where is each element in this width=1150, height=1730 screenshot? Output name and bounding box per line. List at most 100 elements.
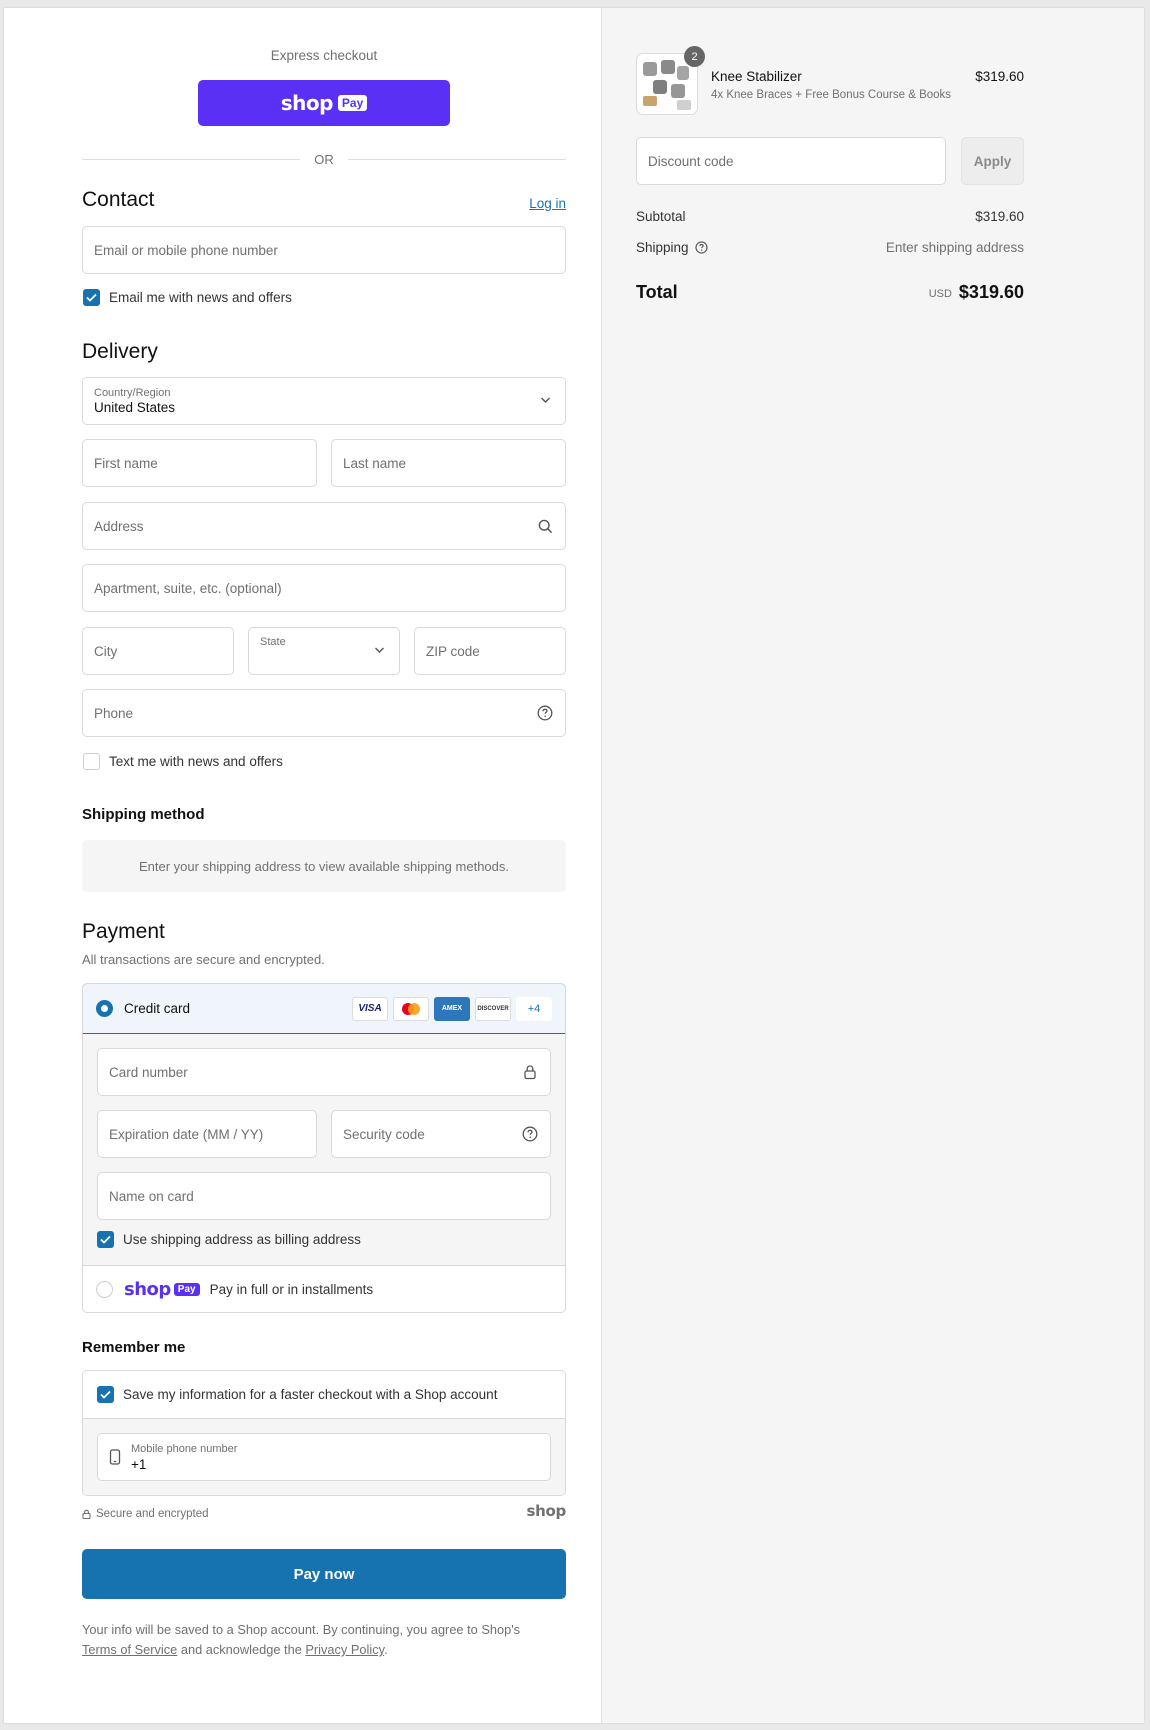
payment-methods: Credit card VISA AMEX DISCOVER +4 Card n… (82, 983, 566, 1313)
or-divider: OR (82, 152, 566, 167)
mobile-phone-icon (109, 1449, 121, 1465)
sms-news-checkbox[interactable] (83, 753, 100, 770)
apply-discount-button[interactable]: Apply (961, 137, 1024, 185)
privacy-policy-link[interactable]: Privacy Policy (305, 1642, 384, 1657)
country-select[interactable]: Country/Region United States (82, 377, 566, 425)
mastercard-icon (393, 996, 429, 1021)
zip-input[interactable]: ZIP code (414, 627, 566, 675)
email-news-checkbox-row[interactable]: Email me with news and offers (83, 289, 292, 306)
search-icon[interactable] (536, 517, 554, 535)
card-brand-icons: VISA AMEX DISCOVER +4 (352, 996, 552, 1021)
city-input[interactable]: City (82, 627, 234, 675)
legal-notice: Your info will be saved to a Shop accoun… (82, 1622, 521, 1657)
help-circle-icon[interactable] (536, 704, 554, 722)
pay-now-button[interactable]: Pay now (82, 1549, 566, 1599)
check-icon (100, 1235, 111, 1244)
product-thumbnail: 2 (636, 46, 705, 115)
subtotal-row: Subtotal $319.60 (636, 209, 1024, 224)
credit-card-label: Credit card (124, 1001, 191, 1016)
shipping-label: Shipping (636, 240, 689, 255)
or-text: OR (314, 152, 334, 167)
payment-heading: Payment (82, 920, 165, 943)
total-currency: USD (928, 288, 952, 300)
first-name-input[interactable]: First name (82, 439, 317, 487)
shop-pay-logo: shop Pay (124, 1279, 200, 1300)
checkout-form-panel: Express checkout shop Pay OR Contact Log… (4, 8, 602, 1723)
apartment-input[interactable]: Apartment, suite, etc. (optional) (82, 564, 566, 612)
product-price: $319.60 (975, 69, 1024, 84)
mobile-phone-value: +1 (131, 1456, 147, 1472)
billing-same-checkbox[interactable] (97, 1231, 114, 1248)
shop-pay-logo-pay: Pay (337, 95, 368, 111)
chevron-down-icon (541, 397, 550, 403)
check-icon (100, 1390, 111, 1399)
country-value: United States (94, 400, 176, 415)
country-label: Country/Region (94, 387, 171, 399)
sms-news-label: Text me with news and offers (109, 754, 283, 769)
shipping-method-note: Enter your shipping address to view avai… (82, 840, 566, 892)
shop-pay-label: Pay in full or in installments (209, 1282, 374, 1297)
state-select[interactable]: State (248, 627, 400, 675)
address-input[interactable]: Address (82, 502, 566, 550)
email-input[interactable]: Email or mobile phone number (82, 226, 566, 274)
shipping-value: Enter shipping address (885, 240, 1024, 255)
mobile-phone-input[interactable]: Mobile phone number +1 (97, 1433, 551, 1481)
payment-subtitle: All transactions are secure and encrypte… (82, 952, 325, 967)
name-on-card-input[interactable]: Name on card (97, 1172, 551, 1220)
secure-encrypted-note: Secure and encrypted (82, 1508, 209, 1520)
help-circle-icon[interactable] (694, 241, 708, 254)
total-value: $319.60 (958, 282, 1024, 302)
express-checkout-label: Express checkout (270, 48, 378, 63)
more-cards-count: +4 (516, 996, 552, 1021)
amex-icon: AMEX (434, 996, 470, 1021)
credit-card-option[interactable]: Credit card VISA AMEX DISCOVER +4 (83, 984, 565, 1034)
remember-me-heading: Remember me (82, 1339, 186, 1356)
discount-code-input[interactable]: Discount code (636, 137, 946, 185)
check-icon (86, 293, 97, 302)
lock-icon (82, 1509, 91, 1519)
shop-logo: shop (526, 1502, 567, 1520)
shop-pay-option[interactable]: shop Pay Pay in full or in installments (83, 1266, 565, 1312)
quantity-badge: 2 (684, 46, 705, 67)
chevron-down-icon (375, 647, 384, 653)
save-info-label: Save my information for a faster checkou… (123, 1387, 498, 1402)
credit-card-radio[interactable] (96, 1000, 113, 1017)
phone-input[interactable]: Phone (82, 689, 566, 737)
product-name: Knee Stabilizer (711, 69, 802, 84)
save-info-checkbox[interactable] (97, 1386, 114, 1403)
last-name-input[interactable]: Last name (331, 439, 566, 487)
billing-same-checkbox-row[interactable]: Use shipping address as billing address (97, 1231, 361, 1248)
card-number-input[interactable]: Card number (97, 1048, 551, 1096)
credit-card-form: Card number Expiration date (MM / YY) Se… (83, 1034, 565, 1266)
order-summary-panel: 2 Knee Stabilizer 4x Knee Braces + Free … (602, 8, 1144, 1723)
shop-pay-radio[interactable] (96, 1281, 113, 1298)
checkout-page: Express checkout shop Pay OR Contact Log… (4, 8, 1144, 1723)
email-news-label: Email me with news and offers (109, 290, 292, 305)
login-link[interactable]: Log in (529, 196, 566, 211)
save-info-checkbox-row[interactable]: Save my information for a faster checkou… (97, 1386, 497, 1403)
billing-same-label: Use shipping address as billing address (123, 1232, 361, 1247)
security-code-input[interactable]: Security code (331, 1110, 551, 1158)
shop-pay-button[interactable]: shop Pay (198, 80, 450, 126)
shop-pay-logo-shop: shop (280, 91, 334, 115)
contact-heading: Contact (82, 188, 155, 211)
email-news-checkbox[interactable] (83, 289, 100, 306)
expiration-input[interactable]: Expiration date (MM / YY) (97, 1110, 317, 1158)
subtotal-value: $319.60 (975, 209, 1024, 224)
state-label: State (260, 636, 286, 648)
shipping-method-heading: Shipping method (82, 806, 205, 823)
remember-me-box: Save my information for a faster checkou… (82, 1370, 566, 1496)
product-variant: 4x Knee Braces + Free Bonus Course & Boo… (711, 89, 952, 101)
discover-icon: DISCOVER (475, 996, 511, 1021)
lock-icon (521, 1063, 539, 1081)
visa-icon: VISA (352, 996, 388, 1021)
total-row: Total USD $319.60 (636, 282, 1024, 303)
sms-news-checkbox-row[interactable]: Text me with news and offers (83, 753, 283, 770)
shipping-row: Shipping Enter shipping address (636, 240, 1024, 255)
delivery-heading: Delivery (82, 340, 158, 363)
mobile-phone-label: Mobile phone number (131, 1442, 238, 1455)
total-label: Total (636, 282, 678, 302)
email-placeholder: Email or mobile phone number (94, 242, 278, 258)
terms-of-service-link[interactable]: Terms of Service (82, 1642, 177, 1657)
help-circle-icon[interactable] (521, 1125, 539, 1143)
